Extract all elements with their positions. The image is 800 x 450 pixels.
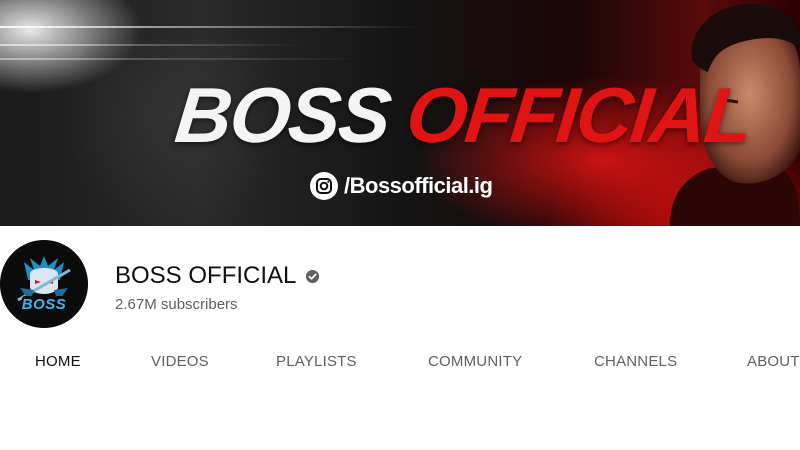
tab-channels[interactable]: CHANNELS	[594, 342, 677, 382]
tab-playlists[interactable]: PLAYLISTS	[276, 342, 357, 382]
channel-avatar[interactable]: BOSS	[0, 240, 88, 328]
subscriber-count: 2.67M subscribers	[115, 296, 238, 313]
instagram-handle: /Bossofficial.ig	[344, 173, 493, 198]
banner-title-official: OFFICIAL	[402, 71, 756, 159]
instagram-icon	[310, 172, 338, 200]
avatar-text: BOSS	[21, 296, 67, 313]
channel-tabs: HOME VIDEOS PLAYLISTS COMMUNITY CHANNELS…	[0, 342, 800, 382]
tab-home[interactable]: HOME	[35, 342, 81, 382]
banner-title: BOSS OFFICIAL	[171, 70, 755, 160]
banner-title-boss: BOSS	[171, 71, 394, 159]
tab-community[interactable]: COMMUNITY	[428, 342, 522, 382]
avatar-logo-image	[0, 240, 88, 328]
light-flare	[0, 26, 420, 28]
tab-videos[interactable]: VIDEOS	[151, 342, 209, 382]
channel-banner: BOSS OFFICIAL /Bossofficial.ig	[0, 0, 800, 226]
instagram-link[interactable]: /Bossofficial.ig	[310, 170, 493, 202]
channel-name-text: BOSS OFFICIAL	[115, 262, 297, 289]
verified-check-icon	[306, 269, 320, 283]
channel-name: BOSS OFFICIAL	[115, 262, 320, 290]
tab-about[interactable]: ABOUT	[747, 342, 800, 382]
